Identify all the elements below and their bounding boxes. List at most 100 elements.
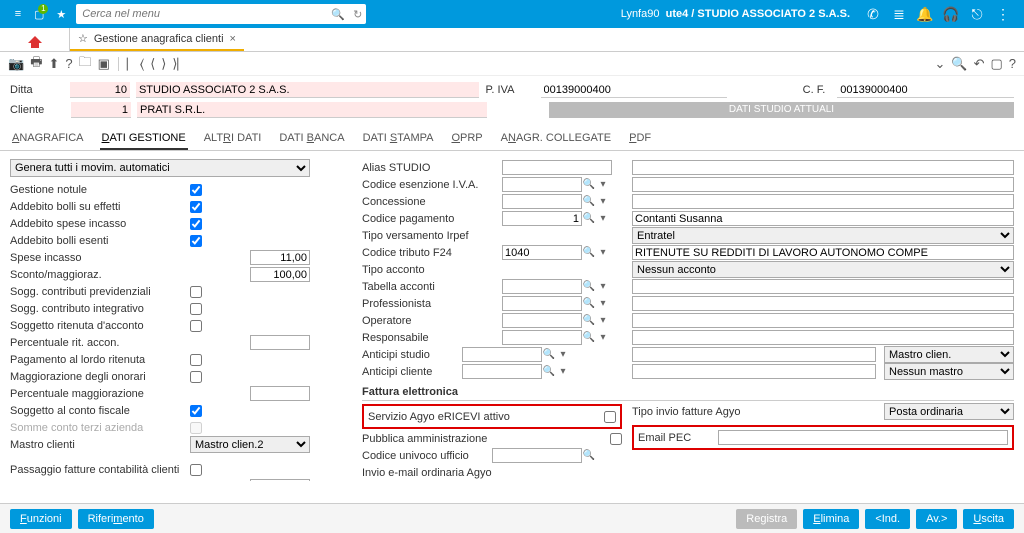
next-icon[interactable]: ⟩ <box>161 56 166 72</box>
tipo-acc-select[interactable]: Nessun acconto <box>632 261 1014 278</box>
tab-gestione[interactable]: ☆ Gestione anagrafica clienti × <box>70 28 244 51</box>
tab-anagr-collegate[interactable]: ANAGR. COLLEGATE <box>499 128 613 150</box>
home-button[interactable] <box>0 28 70 51</box>
addebito-bolli-check[interactable] <box>190 201 202 213</box>
anticipi-studio-desc[interactable] <box>632 347 876 362</box>
codice-pag-input[interactable] <box>502 211 582 226</box>
dropdown-icon[interactable]: ▾ <box>556 366 570 377</box>
anticipi-studio-input[interactable] <box>462 347 542 362</box>
search-input[interactable] <box>76 8 327 20</box>
menu-icon[interactable]: ≡ <box>8 8 28 20</box>
search-icon[interactable]: 🔍 <box>327 8 349 21</box>
dropdown-icon[interactable]: ▾ <box>556 349 570 360</box>
tab-dati-gestione[interactable]: DATI GESTIONE <box>100 128 188 150</box>
riferimento-button[interactable]: Riferimento <box>78 509 154 529</box>
lookup-icon[interactable]: 🔍 <box>582 281 596 292</box>
call-icon[interactable]: ✆ <box>860 6 886 23</box>
sogg-prev-check[interactable] <box>190 286 202 298</box>
lookup-icon[interactable]: 🔍 <box>582 450 596 461</box>
dropdown-icon[interactable]: ▾ <box>596 247 610 258</box>
ditta-name-input[interactable] <box>136 82 480 98</box>
tipo-vers-select[interactable]: Entratel <box>632 227 1014 244</box>
operatore-input[interactable] <box>502 313 582 328</box>
elimina-button[interactable]: Elimina <box>803 509 859 529</box>
tab-close-icon[interactable]: × <box>230 33 236 45</box>
codice-trib-value-input[interactable] <box>632 245 1014 260</box>
folder-icon[interactable]: 🗀 <box>79 53 92 75</box>
messages-icon[interactable]: ▢1 <box>34 8 44 21</box>
spese-incasso-input[interactable] <box>250 250 310 265</box>
exit-icon[interactable]: ⎋ <box>964 6 990 23</box>
tab-anagrafica[interactable]: AANAGRAFICANAGRAFICA <box>10 128 86 150</box>
email-pec-input[interactable] <box>718 430 1008 445</box>
gestione-notule-check[interactable] <box>190 184 202 196</box>
operatore-value-input[interactable] <box>632 313 1014 328</box>
lookup-icon[interactable]: 🔍 <box>582 247 596 258</box>
profess-value-input[interactable] <box>632 296 1014 311</box>
registra-button[interactable]: Registra <box>736 509 797 529</box>
codice-es-input[interactable] <box>502 177 582 192</box>
piva-input[interactable] <box>541 82 728 98</box>
perc-magg-input[interactable] <box>250 386 310 401</box>
help2-icon[interactable]: ? <box>1009 56 1016 71</box>
nessun-mastro-select[interactable]: Nessun mastro <box>884 363 1014 380</box>
av-button[interactable]: Av.> <box>916 509 957 529</box>
tab-altri-dati[interactable]: ALTRI DATI <box>202 128 264 150</box>
funzioni-button[interactable]: Funzioni <box>10 509 72 529</box>
dropdown-icon[interactable]: ▾ <box>596 298 610 309</box>
addebito-bolli-es-check[interactable] <box>190 235 202 247</box>
lookup-icon[interactable]: 🔍 <box>582 332 596 343</box>
ditta-input[interactable] <box>70 82 130 98</box>
genera-select[interactable]: Genera tutti i movim. automatici <box>10 159 310 177</box>
print-icon[interactable]: 🖶 <box>30 53 42 75</box>
cf-input[interactable] <box>837 82 1014 98</box>
first-icon[interactable]: ⎸⟨ <box>127 56 144 72</box>
dropdown-icon[interactable]: ▾ <box>596 281 610 292</box>
cliente-input[interactable] <box>71 102 131 118</box>
headset-icon[interactable]: 🎧 <box>938 6 964 23</box>
tab-dati-banca[interactable]: DATI BANCA <box>277 128 346 150</box>
search2-icon[interactable]: 🔍 <box>951 56 967 72</box>
prev-icon[interactable]: ⟨ <box>150 56 155 72</box>
codice-pag-value-input[interactable] <box>632 211 1014 226</box>
anticipi-cliente-desc[interactable] <box>632 364 876 379</box>
tabella-acc-input[interactable] <box>502 279 582 294</box>
camera-icon[interactable]: 📷 <box>8 56 24 72</box>
sogg-int-check[interactable] <box>190 303 202 315</box>
codice-es-value-input[interactable] <box>632 177 1014 192</box>
lookup-icon[interactable]: 🔍 <box>542 366 556 377</box>
ind-button[interactable]: <Ind. <box>865 509 910 529</box>
codice-sez-input[interactable] <box>250 479 310 481</box>
lookup-icon[interactable]: 🔍 <box>582 196 596 207</box>
codice-uff-input[interactable] <box>492 448 582 463</box>
undo-icon[interactable]: ↶ <box>974 56 985 72</box>
responsabile-value-input[interactable] <box>632 330 1014 345</box>
dropdown-icon[interactable]: ▾ <box>596 179 610 190</box>
alias-input[interactable] <box>502 160 612 175</box>
soggetto-rit-check[interactable] <box>190 320 202 332</box>
star-icon[interactable]: ★ <box>56 8 66 21</box>
anticipi-cliente-input[interactable] <box>462 364 542 379</box>
sconto-input[interactable] <box>250 267 310 282</box>
tabella-acc-value-input[interactable] <box>632 279 1014 294</box>
passaggio-check[interactable] <box>190 464 202 476</box>
lookup-icon[interactable]: 🔍 <box>582 298 596 309</box>
last-icon[interactable]: ⟩⎸ <box>172 56 190 72</box>
mastro-select[interactable]: Mastro clien.2 <box>190 436 310 453</box>
perc-rit-input[interactable] <box>250 335 310 350</box>
lookup-icon[interactable]: 🔍 <box>582 213 596 224</box>
bell-icon[interactable]: 🔔 <box>912 6 938 23</box>
pag-lordo-check[interactable] <box>190 354 202 366</box>
lookup-icon[interactable]: 🔍 <box>542 349 556 360</box>
tab-oprp[interactable]: OPRP <box>449 128 484 150</box>
app-icon[interactable]: ▢ <box>990 56 1002 72</box>
link-icon[interactable]: ▣ <box>98 56 110 72</box>
dropdown-icon[interactable]: ▾ <box>596 315 610 326</box>
concessione-value-input[interactable] <box>632 194 1014 209</box>
lookup-icon[interactable]: 🔍 <box>582 315 596 326</box>
dropdown-icon[interactable]: ▾ <box>596 196 610 207</box>
tab-pdf[interactable]: PDF <box>627 128 653 150</box>
history-icon[interactable]: ↻ <box>349 8 366 21</box>
uscita-button[interactable]: Uscita <box>963 509 1014 529</box>
alias-value-input[interactable] <box>632 160 1014 175</box>
